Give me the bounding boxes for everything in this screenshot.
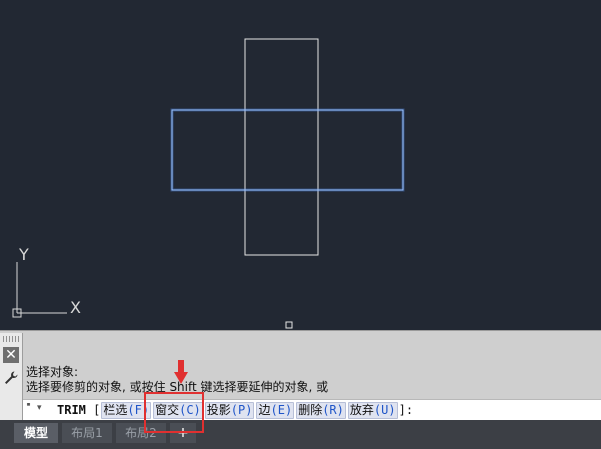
wrench-icon[interactable]: [3, 370, 19, 386]
option-erase[interactable]: 删除(R): [296, 402, 346, 419]
tab-layout2[interactable]: 布局2: [116, 423, 166, 443]
tab-model[interactable]: 模型: [14, 423, 58, 443]
command-prompt: TRIM [栏选(F) 窗交(C) 投影(P) 边(E) 删除(R) 放弃(U)]:: [57, 401, 413, 419]
option-crossing[interactable]: 窗交(C): [153, 402, 203, 419]
layout-tabs: 模型 布局1 布局2 +: [0, 420, 601, 449]
close-bracket: ]:: [398, 403, 414, 417]
ucs-y-label: Y: [18, 245, 29, 264]
ucs-x-label: X: [70, 298, 81, 317]
tab-layout1[interactable]: 布局1: [62, 423, 112, 443]
option-fence[interactable]: 栏选(F): [101, 402, 152, 419]
command-window-sidebar: ✕: [0, 333, 23, 420]
grip-marker[interactable]: [285, 321, 293, 329]
horizontal-rectangle-selected-core: [171, 109, 404, 191]
dropdown-caret-icon[interactable]: ▾: [37, 403, 42, 413]
option-undo[interactable]: 放弃(U): [347, 402, 398, 419]
command-input-line[interactable]: '''' ▾ TRIM [栏选(F) 窗交(C) 投影(P) 边(E) 删除(R) 放弃(U…: [23, 399, 601, 420]
command-prefix[interactable]: '''' ▾: [26, 402, 42, 413]
drag-grip-icon[interactable]: [3, 336, 19, 342]
drawing-canvas[interactable]: Y X: [0, 0, 601, 330]
command-name: TRIM: [57, 403, 86, 417]
horizontal-rectangle-selected[interactable]: [170, 108, 405, 192]
vertical-rectangle[interactable]: [244, 38, 319, 256]
option-edge[interactable]: 边(E): [256, 402, 295, 419]
drawing-svg[interactable]: Y X: [0, 0, 601, 330]
open-bracket: [: [93, 403, 101, 417]
red-down-arrow-icon: [174, 360, 188, 384]
prefix-dots: '''': [26, 402, 31, 413]
ucs-icon: [12, 262, 67, 318]
option-project[interactable]: 投影(P): [204, 402, 255, 419]
close-icon[interactable]: ✕: [3, 347, 19, 363]
add-layout-button[interactable]: +: [170, 423, 196, 443]
